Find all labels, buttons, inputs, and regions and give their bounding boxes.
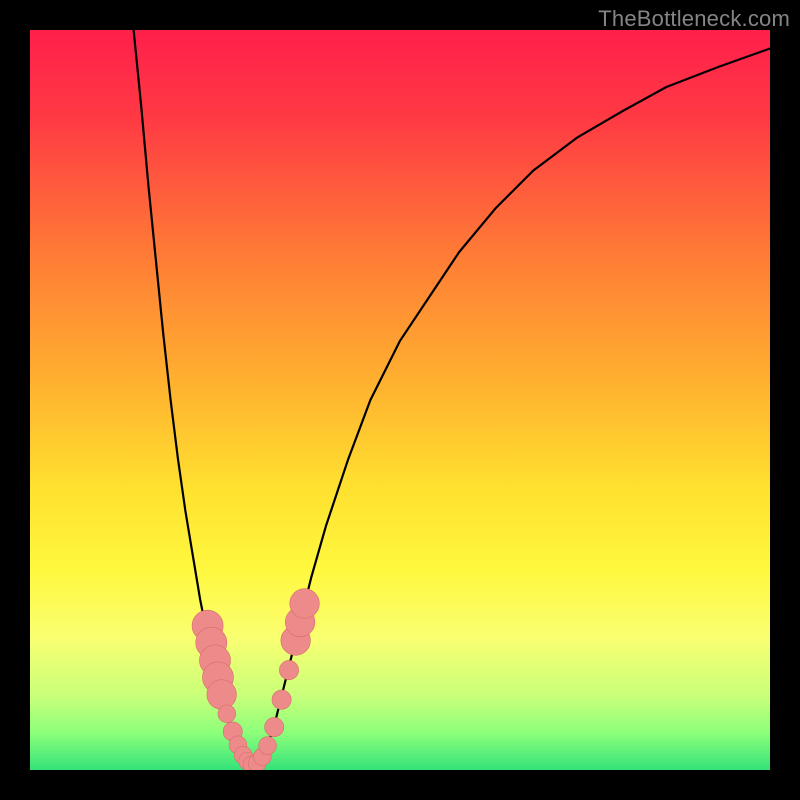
bottleneck-curve bbox=[30, 30, 770, 770]
plot-area bbox=[30, 30, 770, 770]
watermark-text: TheBottleneck.com bbox=[598, 6, 790, 32]
chart-frame: TheBottleneck.com bbox=[0, 0, 800, 800]
